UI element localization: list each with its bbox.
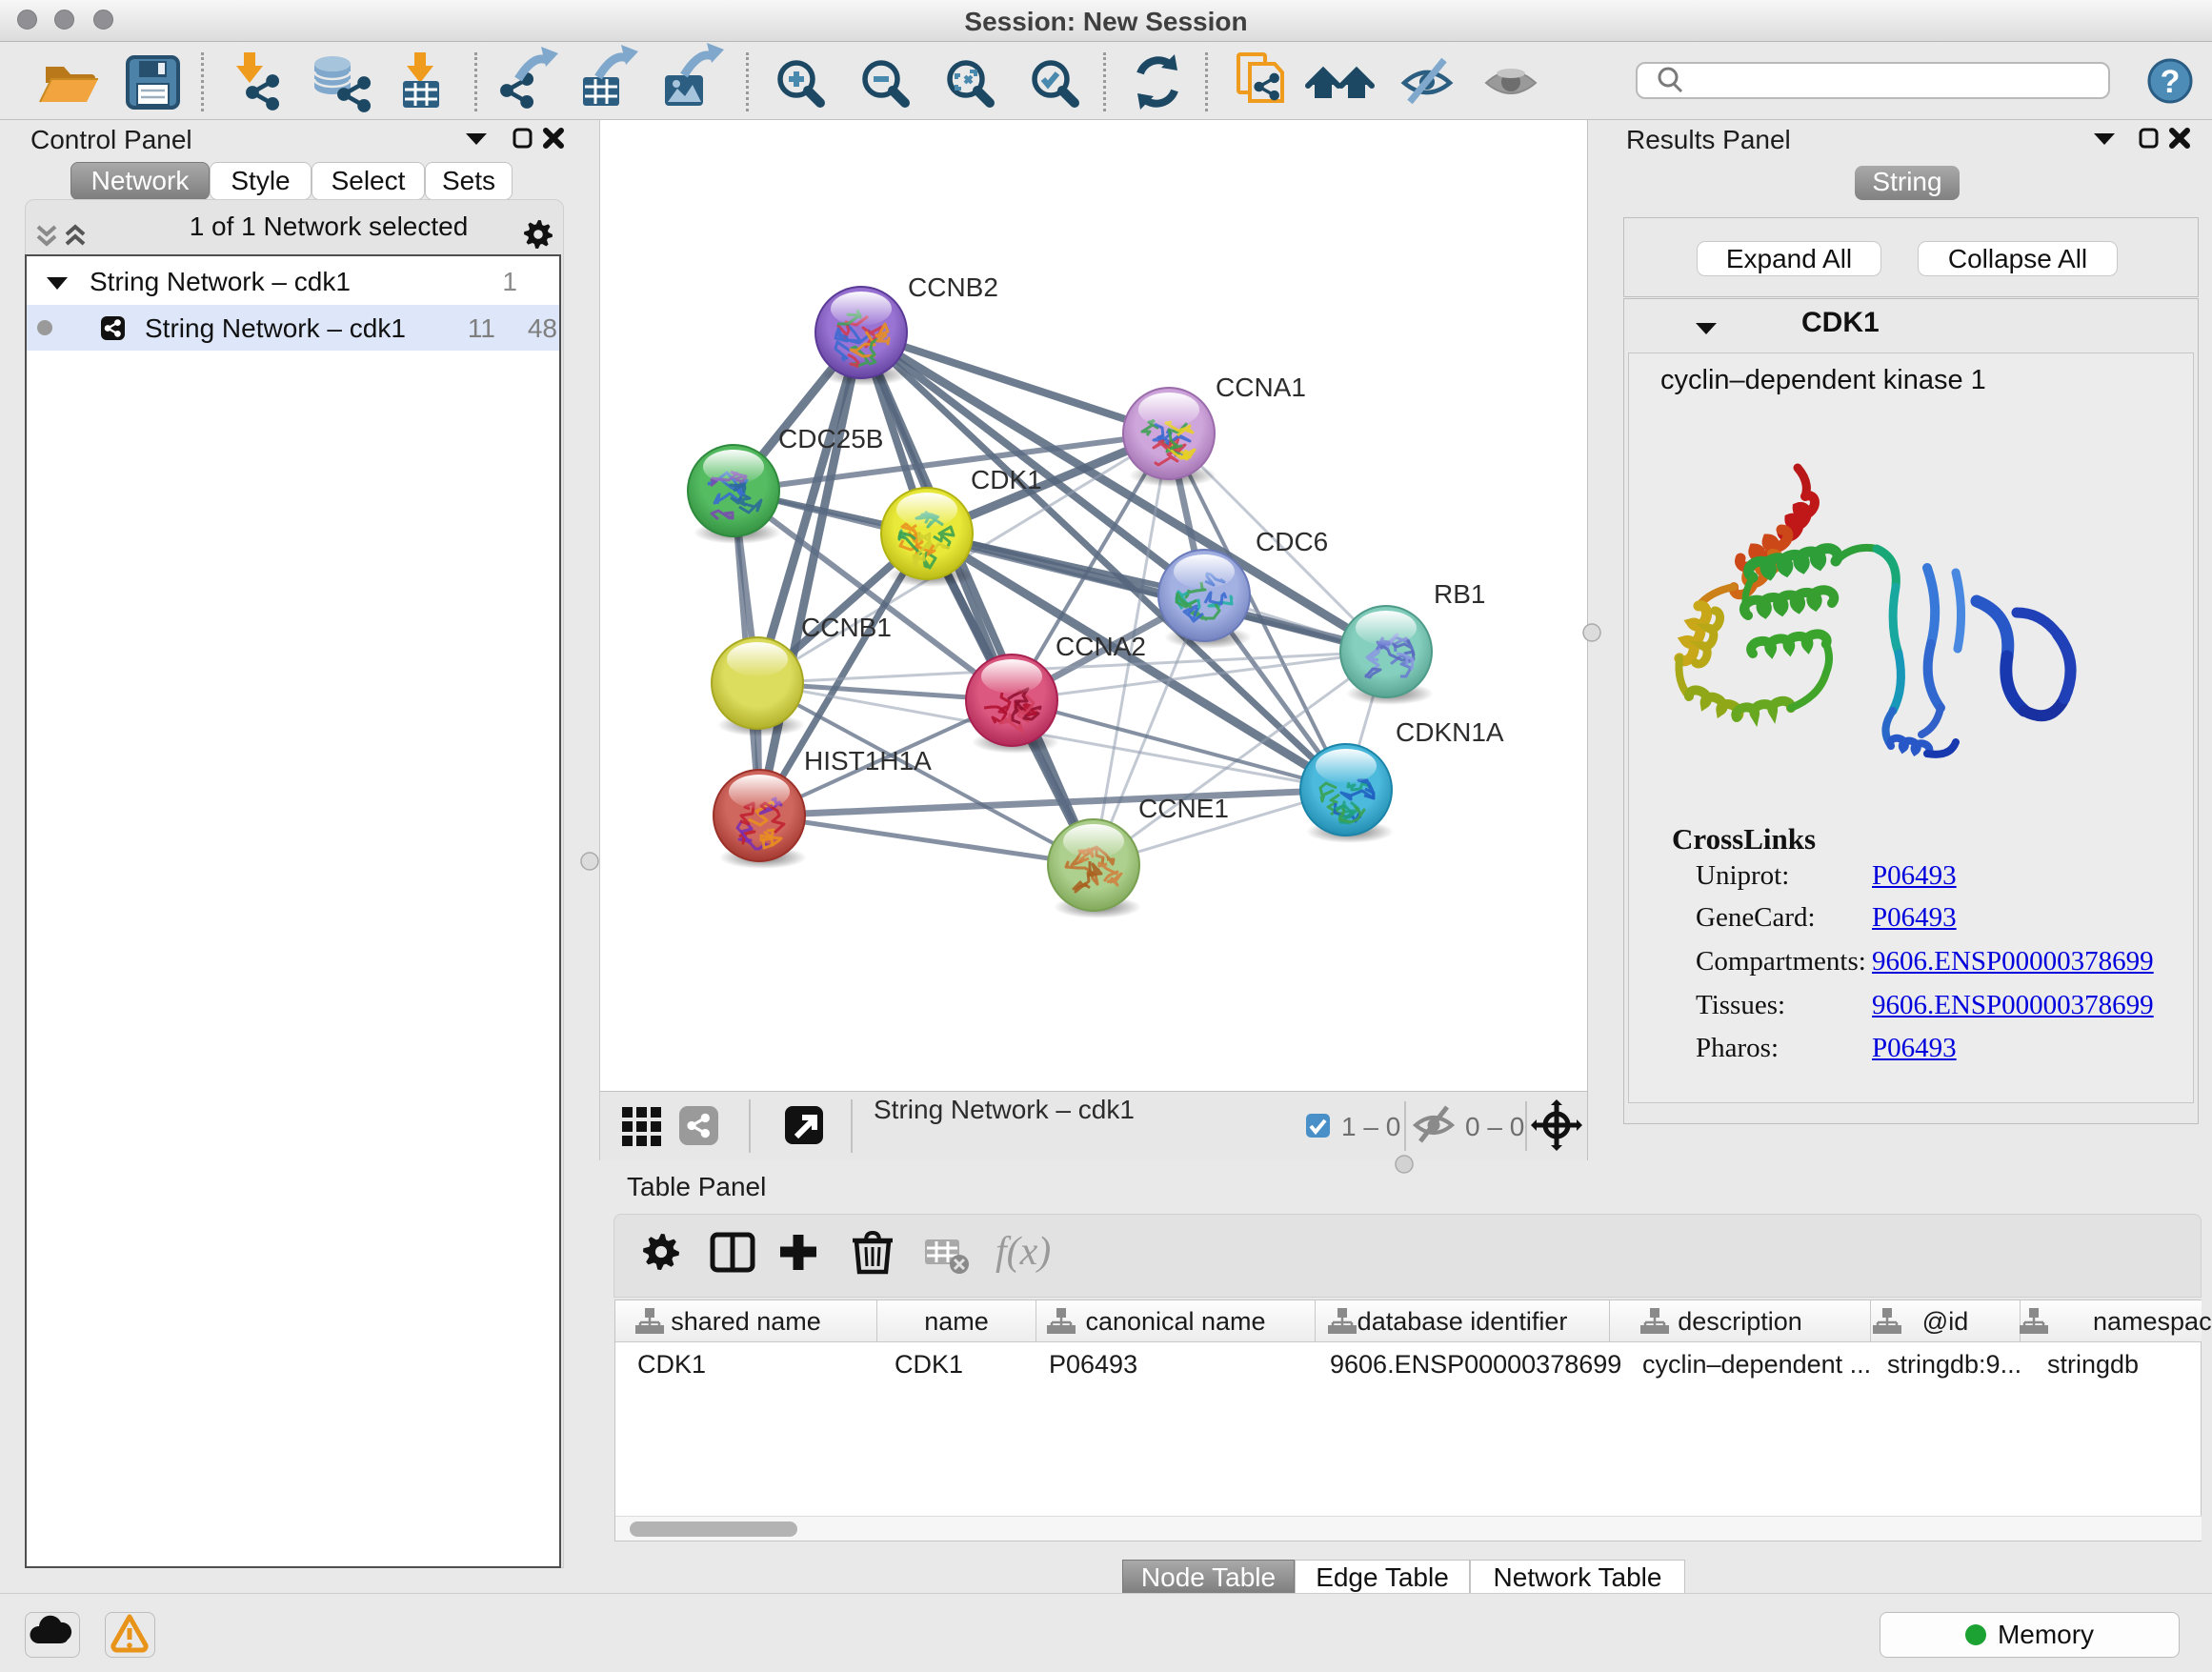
svg-text:CDC25B: CDC25B bbox=[778, 424, 883, 453]
svg-text:f(x): f(x) bbox=[995, 1230, 1051, 1274]
svg-text:CCNA1: CCNA1 bbox=[1216, 373, 1306, 402]
svg-text:CCNB2: CCNB2 bbox=[908, 272, 998, 302]
svg-text:?: ? bbox=[2161, 64, 2181, 100]
svg-text:CCNA2: CCNA2 bbox=[1056, 632, 1146, 661]
svg-text:HIST1H1A: HIST1H1A bbox=[804, 746, 932, 776]
svg-text:1 – 0: 1 – 0 bbox=[1341, 1112, 1400, 1141]
svg-text:RB1: RB1 bbox=[1434, 579, 1485, 609]
svg-text:CDC6: CDC6 bbox=[1256, 527, 1328, 556]
svg-text:CDKN1A: CDKN1A bbox=[1396, 717, 1504, 747]
svg-text:CCNE1: CCNE1 bbox=[1138, 794, 1229, 823]
svg-text:CDK1: CDK1 bbox=[971, 465, 1042, 494]
svg-text:0 – 0: 0 – 0 bbox=[1465, 1112, 1524, 1141]
svg-text:CCNB1: CCNB1 bbox=[801, 613, 892, 642]
